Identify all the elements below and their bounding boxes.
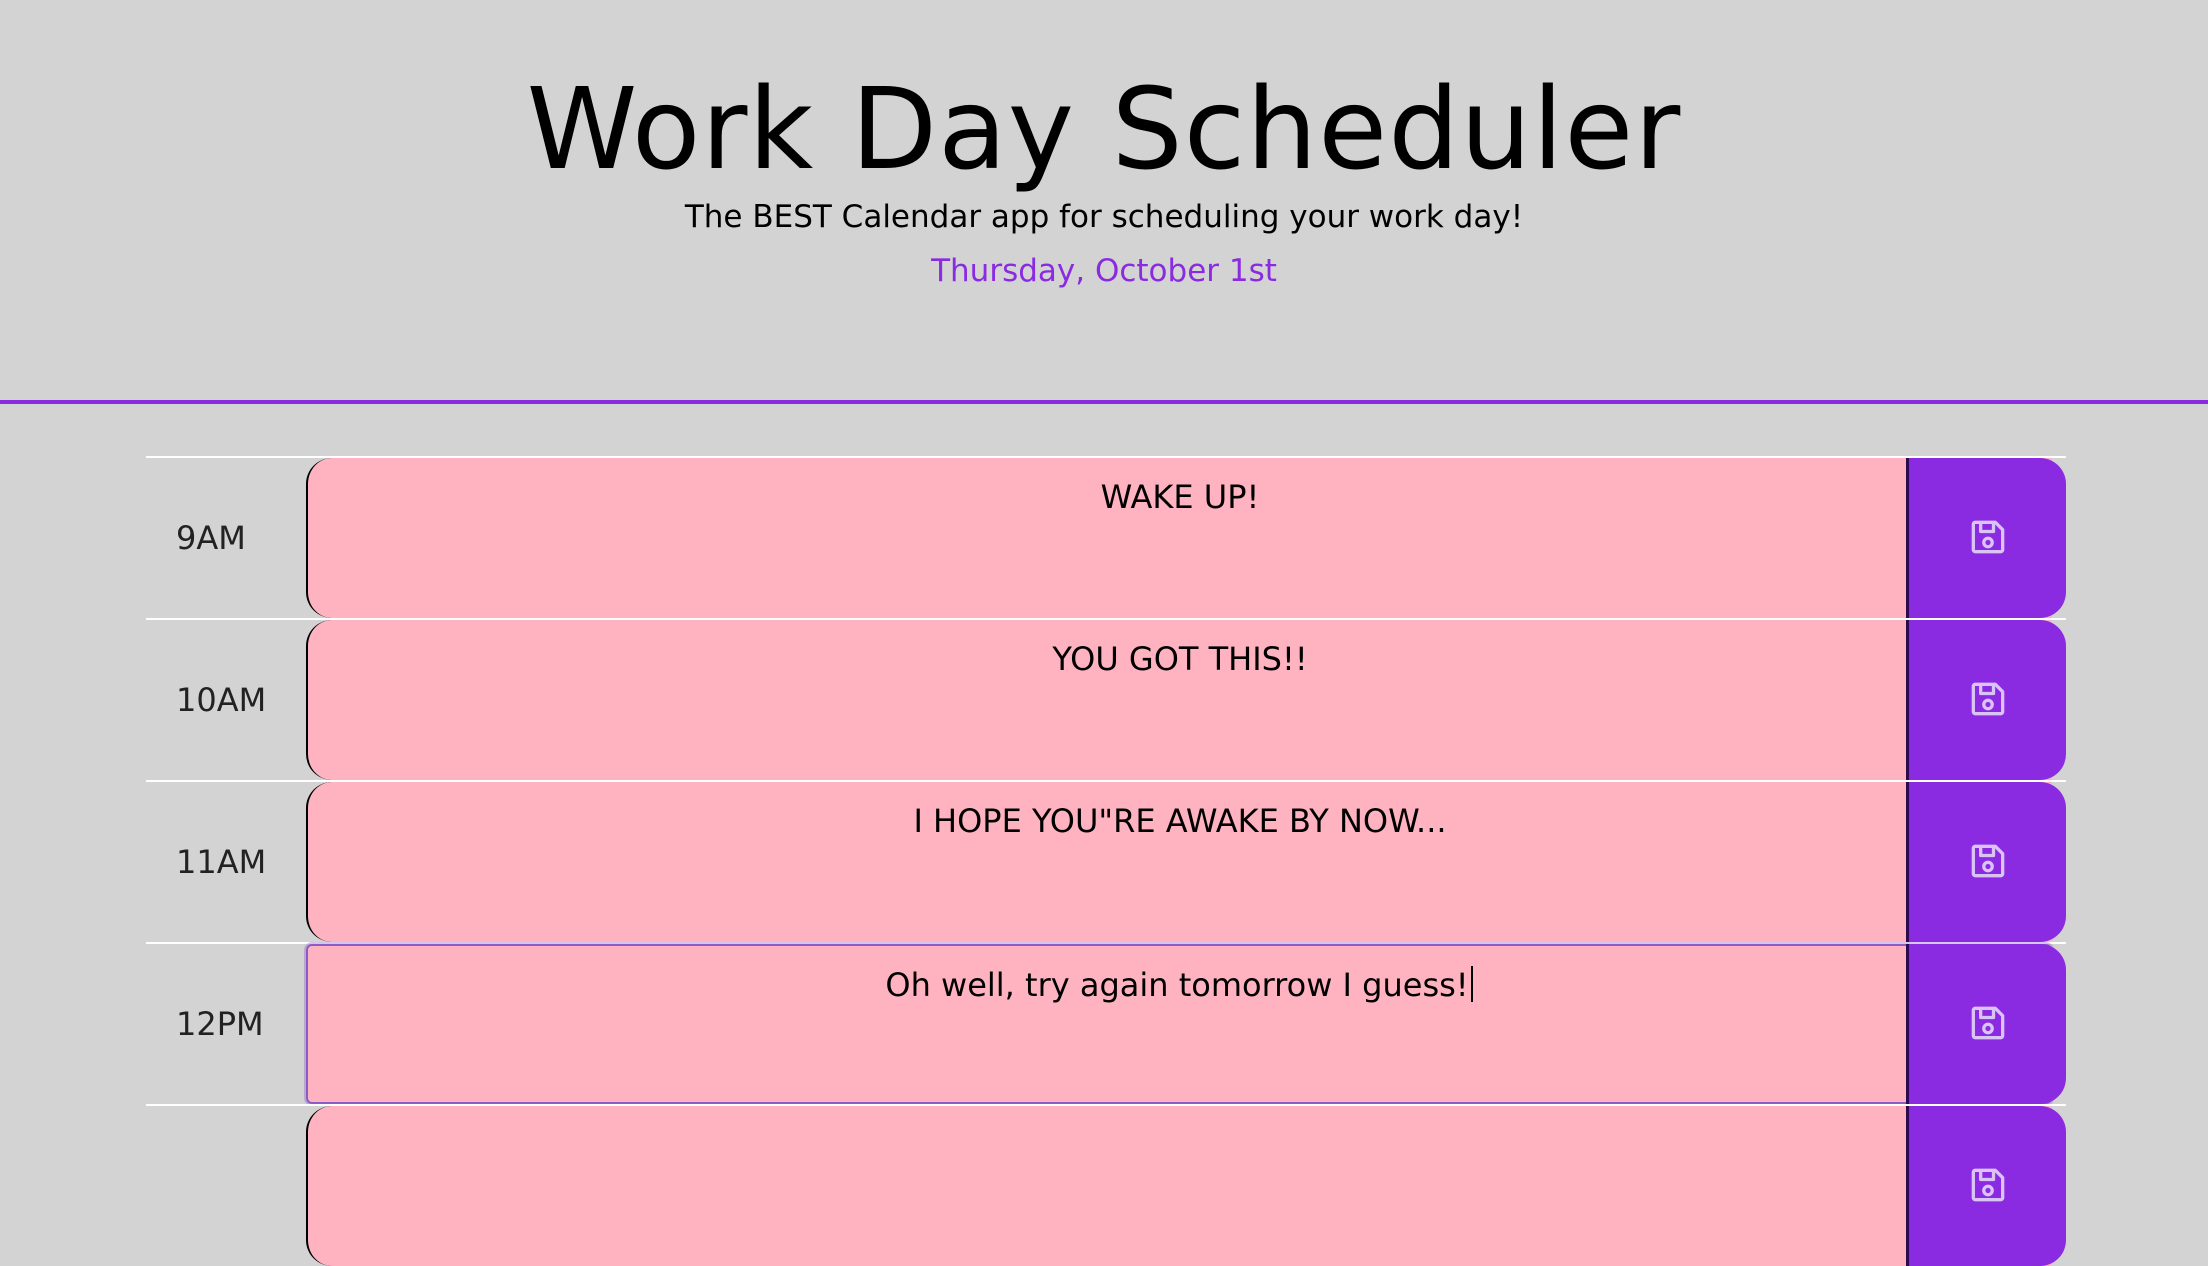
schedule-container: 9AM WAKE UP! 10AM YOU GOT THIS!! 11AM I … [146, 456, 2066, 1266]
save-button[interactable] [1906, 1106, 2066, 1266]
hour-label: 12PM [176, 1005, 264, 1043]
page-subtitle: The BEST Calendar app for scheduling you… [684, 199, 1524, 235]
current-date: Thursday, October 1st [931, 253, 1277, 289]
hour-label: 11AM [176, 843, 267, 881]
event-description-field[interactable]: YOU GOT THIS!! [306, 620, 2052, 780]
save-icon [1966, 677, 2010, 724]
time-block-row [146, 1104, 2066, 1266]
event-description-field[interactable] [306, 1106, 2052, 1266]
header: Work Day Scheduler The BEST Calendar app… [0, 0, 2208, 404]
save-icon [1966, 839, 2010, 886]
time-block-row: 9AM WAKE UP! [146, 456, 2066, 618]
save-button[interactable] [1906, 458, 2066, 618]
save-icon [1966, 1001, 2010, 1048]
page-title: Work Day Scheduler [526, 65, 1682, 195]
time-block-row: 10AM YOU GOT THIS!! [146, 618, 2066, 780]
save-icon [1966, 515, 2010, 562]
save-button[interactable] [1906, 944, 2066, 1104]
event-text: WAKE UP! [1100, 478, 1260, 516]
time-block-row: 11AM I HOPE YOU"RE AWAKE BY NOW... [146, 780, 2066, 942]
event-text: I HOPE YOU"RE AWAKE BY NOW... [913, 802, 1447, 840]
save-button[interactable] [1906, 620, 2066, 780]
event-text: YOU GOT THIS!! [1052, 640, 1308, 678]
hour-label [146, 1106, 306, 1266]
hour-label: 10AM [176, 681, 267, 719]
event-description-field[interactable]: Oh well, try again tomorrow I guess! [306, 944, 2052, 1104]
event-description-field[interactable]: I HOPE YOU"RE AWAKE BY NOW... [306, 782, 2052, 942]
event-description-field[interactable]: WAKE UP! [306, 458, 2052, 618]
time-block-row: 12PM Oh well, try again tomorrow I guess… [146, 942, 2066, 1104]
save-icon [1966, 1163, 2010, 1210]
hour-label: 9AM [176, 519, 246, 557]
event-text: Oh well, try again tomorrow I guess! [885, 966, 1472, 1004]
save-button[interactable] [1906, 782, 2066, 942]
